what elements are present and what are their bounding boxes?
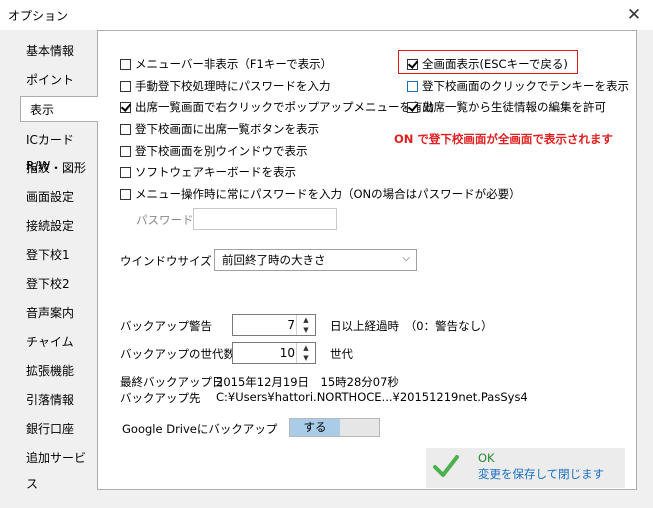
checkbox-fullscreen[interactable]: 全画面表示(ESCキーで戻る)	[407, 56, 568, 72]
checkbox-label: 登下校画面を別ウインドウで表示	[135, 144, 308, 158]
checkbox-box[interactable]	[120, 145, 131, 157]
sidebar-item-screen[interactable]: 画面設定	[17, 184, 97, 210]
sidebar-item-attend2[interactable]: 登下校2	[17, 271, 97, 297]
checkbox-box[interactable]	[120, 123, 131, 135]
sidebar-item-display[interactable]: 表示	[20, 96, 98, 122]
checkbox-label: 出席一覧画面で右クリックでポップアップメニューを有効	[135, 100, 434, 114]
google-drive-label: Google Driveにバックアップ	[122, 422, 278, 436]
window-title: オプション	[8, 9, 69, 23]
sidebar-item-debit[interactable]: 引落情報	[17, 387, 97, 413]
checkbox-label: 登下校画面のクリックでテンキーを表示	[422, 79, 629, 93]
ok-button-title: OK	[478, 451, 495, 465]
sidebar-item-addon[interactable]: 追加サービス	[17, 445, 97, 491]
password-label: パスワード	[136, 213, 194, 227]
checkbox-box[interactable]	[120, 188, 131, 200]
window-size-label: ウインドウサイズ	[120, 254, 212, 268]
backup-generations-suffix: 世代	[330, 347, 353, 361]
password-input[interactable]	[193, 208, 337, 230]
ok-button[interactable]: OK 変更を保存して閉じます	[426, 448, 625, 488]
last-backup-label: 最終バックアップ日	[120, 375, 224, 389]
google-drive-toggle[interactable]: する	[289, 418, 380, 437]
checkbox-box[interactable]	[407, 80, 418, 92]
checkbox-label: ソフトウェアキーボードを表示	[135, 165, 296, 179]
checkbox-label: 登下校画面に出席一覧ボタンを表示	[135, 122, 319, 136]
sidebar-item-basic[interactable]: 基本情報	[17, 38, 97, 64]
title-bar: オプション ✕	[0, 0, 653, 30]
backup-generations-value: 10	[279, 346, 295, 360]
backup-warning-value: 7	[287, 318, 295, 332]
spin-arrows-icon[interactable]: ▲ ▼	[296, 315, 315, 335]
sidebar-item-extension[interactable]: 拡張機能	[17, 358, 97, 384]
checkbox-label: 出席一覧から生徒情報の編集を許可	[422, 100, 606, 114]
checkbox-edit-student[interactable]: 出席一覧から生徒情報の編集を許可	[407, 99, 606, 115]
sidebar: 基本情報 ポイント 表示 ICカードR/W 指紋・図形 画面設定 接続設定 登下…	[17, 38, 98, 492]
google-drive-toggle-on[interactable]: する	[290, 419, 340, 436]
checkbox-label: メニュー操作時に常にパスワードを入力（ONの場合はパスワードが必要）	[135, 187, 521, 201]
checkbox-manual-password[interactable]: 手動登下校処理時にパスワードを入力	[120, 78, 331, 94]
checkmark-icon	[433, 455, 459, 477]
sidebar-item-bank[interactable]: 銀行口座	[17, 416, 97, 442]
backup-destination-label: バックアップ先	[120, 391, 201, 405]
checkbox-box[interactable]	[407, 58, 418, 70]
backup-warning-stepper[interactable]: 7 ▲ ▼	[232, 314, 316, 336]
ok-button-subtitle: 変更を保存して閉じます	[478, 467, 605, 481]
fullscreen-note: ON で登下校画面が全画面で表示されます	[394, 132, 613, 146]
checkbox-hide-menubar[interactable]: メニューバー非表示（F1キーで表示）	[120, 56, 332, 72]
checkbox-label: 全画面表示(ESCキーで戻る)	[422, 57, 568, 71]
checkbox-box[interactable]	[120, 101, 131, 113]
checkbox-tenkey[interactable]: 登下校画面のクリックでテンキーを表示	[407, 78, 629, 94]
checkbox-software-keyboard[interactable]: ソフトウェアキーボードを表示	[120, 164, 296, 180]
checkbox-label: 手動登下校処理時にパスワードを入力	[135, 79, 331, 93]
last-backup-value: 2015年12月19日 15時28分07秒	[216, 375, 399, 389]
backup-warning-label: バックアップ警告	[120, 319, 212, 333]
checkbox-menu-password[interactable]: メニュー操作時に常にパスワードを入力（ONの場合はパスワードが必要）	[120, 186, 521, 202]
checkbox-box[interactable]	[120, 80, 131, 92]
checkbox-box[interactable]	[120, 166, 131, 178]
checkbox-box[interactable]	[407, 101, 418, 113]
backup-generations-label: バックアップの世代数	[120, 347, 235, 361]
sidebar-item-icreader[interactable]: ICカードR/W	[17, 127, 97, 173]
backup-generations-stepper[interactable]: 10 ▲ ▼	[232, 342, 316, 364]
chevron-down-icon: ⌵	[402, 253, 410, 264]
window-size-select[interactable]: 前回終了時の大きさ ⌵	[214, 249, 417, 271]
sidebar-item-chime[interactable]: チャイム	[17, 329, 97, 355]
checkbox-separate-window[interactable]: 登下校画面を別ウインドウで表示	[120, 143, 308, 159]
close-icon[interactable]: ✕	[623, 4, 645, 26]
window-size-value: 前回終了時の大きさ	[222, 253, 326, 267]
sidebar-item-point[interactable]: ポイント	[17, 67, 97, 93]
checkbox-right-click-popup[interactable]: 出席一覧画面で右クリックでポップアップメニューを有効	[120, 99, 434, 115]
sidebar-item-finger[interactable]: 指紋・図形	[17, 155, 97, 181]
sidebar-item-connect[interactable]: 接続設定	[17, 213, 97, 239]
backup-destination-value: C:¥Users¥hattori.NORTHOCE...¥20151219net…	[216, 390, 528, 404]
sidebar-item-voice[interactable]: 音声案内	[17, 300, 97, 326]
backup-warning-suffix: 日以上経過時 （0：警告なし）	[330, 319, 493, 333]
checkbox-attendance-button[interactable]: 登下校画面に出席一覧ボタンを表示	[120, 121, 319, 137]
spin-arrows-icon[interactable]: ▲ ▼	[296, 343, 315, 363]
sidebar-item-attend1[interactable]: 登下校1	[17, 242, 97, 268]
checkbox-label: メニューバー非表示（F1キーで表示）	[135, 57, 333, 71]
checkbox-box[interactable]	[120, 58, 131, 70]
